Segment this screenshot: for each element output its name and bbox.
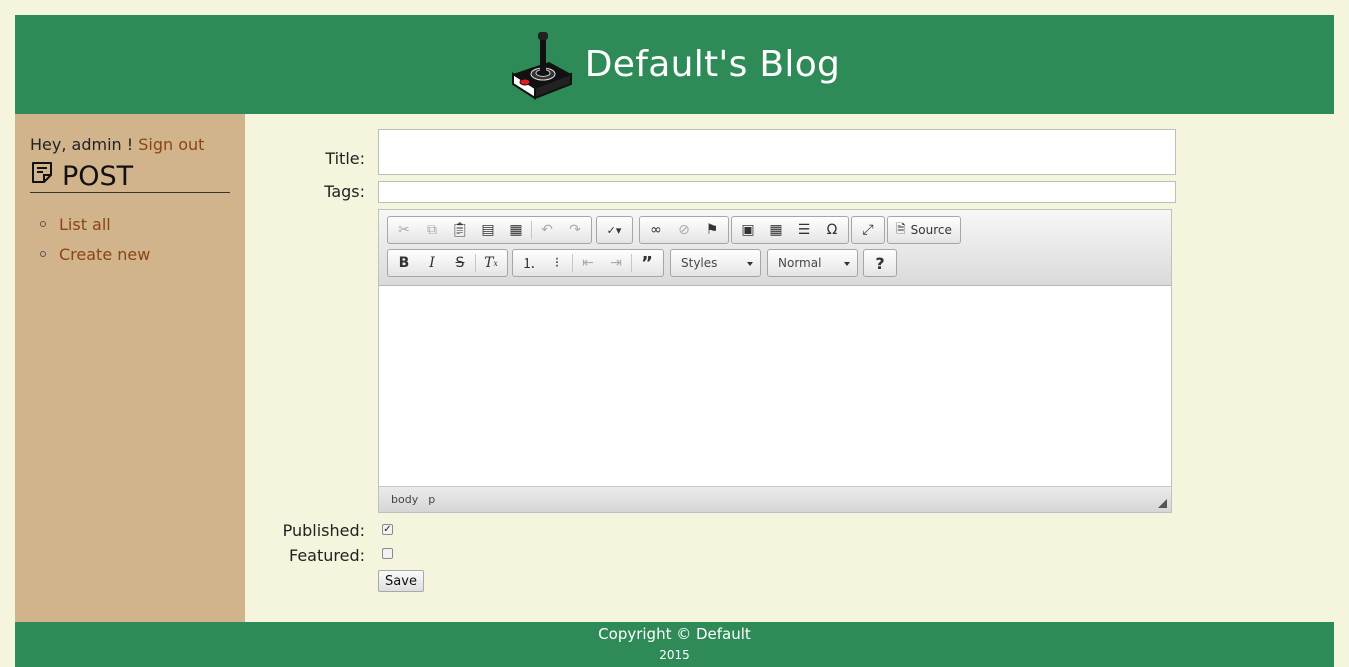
source-label: Source <box>910 223 952 237</box>
path-p[interactable]: p <box>428 493 435 506</box>
rich-text-editor: ✂ ⧉ 📋︎ ▤ ▦ ↶ ↷ ✓▾ ∞ ⊘ ⚑ ▣ ▦ ☰ Ω ⤢ 🗎︎ Sou… <box>378 209 1172 513</box>
featured-checkbox[interactable] <box>382 548 393 559</box>
chevron-down-icon <box>844 262 850 266</box>
published-checkbox[interactable]: ✓ <box>382 524 393 535</box>
featured-label: Featured: <box>288 546 365 565</box>
table-icon[interactable]: ▦ <box>762 218 790 242</box>
list-item: List all <box>40 209 230 239</box>
paste-text-icon[interactable]: ▤ <box>474 218 502 242</box>
site-footer: Copyright © Default 2015 <box>15 622 1334 667</box>
path-body[interactable]: body <box>391 493 418 506</box>
create-new-link[interactable]: Create new <box>59 245 150 264</box>
editor-toolbar: ✂ ⧉ 📋︎ ▤ ▦ ↶ ↷ ✓▾ ∞ ⊘ ⚑ ▣ ▦ ☰ Ω ⤢ 🗎︎ Sou… <box>379 210 1171 286</box>
title-label: Title: <box>325 149 365 168</box>
editor-status-bar: body p <box>379 486 1171 512</box>
copy-icon[interactable]: ⧉ <box>418 218 446 242</box>
copyright-year: 2015 <box>659 648 690 662</box>
styles-dropdown[interactable]: Styles <box>670 249 761 277</box>
clipboard-group: ✂ ⧉ 📋︎ ▤ ▦ ↶ ↷ <box>387 216 592 244</box>
numbered-list-icon[interactable]: ⒈ <box>515 251 543 275</box>
unlink-icon[interactable]: ⊘ <box>670 218 698 242</box>
horizontal-rule-icon[interactable]: ☰ <box>790 218 818 242</box>
blockquote-icon[interactable]: ” <box>633 251 661 275</box>
links-group: ∞ ⊘ ⚑ <box>639 216 729 244</box>
tags-input[interactable] <box>378 181 1176 203</box>
greeting-text: Hey, admin ! <box>30 135 134 154</box>
undo-icon[interactable]: ↶ <box>533 218 561 242</box>
sidebar: Hey, admin ! Sign out POST List all Crea… <box>15 114 245 622</box>
list-all-link[interactable]: List all <box>59 215 111 234</box>
section-title: POST <box>62 161 134 192</box>
strike-icon[interactable]: S <box>446 251 474 275</box>
tools-group: ⤢ <box>851 216 885 244</box>
bulleted-list-icon[interactable]: ⁝ <box>543 251 571 275</box>
note-icon <box>32 162 52 183</box>
chevron-down-icon <box>747 262 753 266</box>
list-item: Create new <box>40 239 230 269</box>
source-button[interactable]: 🗎︎ Source <box>887 216 961 244</box>
blog-title[interactable]: Default's Blog <box>585 44 840 85</box>
copyright-text: Copyright © Default <box>598 625 751 643</box>
insert-group: ▣ ▦ ☰ Ω <box>731 216 849 244</box>
sign-out-link[interactable]: Sign out <box>138 135 204 154</box>
format-label: Normal <box>778 256 822 270</box>
cut-icon[interactable]: ✂ <box>390 218 418 242</box>
joystick-icon[interactable] <box>509 30 573 102</box>
image-icon[interactable]: ▣ <box>734 218 762 242</box>
paragraph-group: ⒈ ⁝ ⇤ ⇥ ” <box>512 249 664 277</box>
outdent-icon[interactable]: ⇤ <box>574 251 602 275</box>
remove-format-icon[interactable]: Tx <box>477 251 505 275</box>
anchor-icon[interactable]: ⚑ <box>698 218 726 242</box>
save-button[interactable]: Save <box>378 570 424 592</box>
indent-icon[interactable]: ⇥ <box>602 251 630 275</box>
paste-icon[interactable]: 📋︎ <box>446 218 474 242</box>
toolbar-separator <box>531 221 532 239</box>
basic-styles-group: B I S Tx <box>387 249 508 277</box>
styles-label: Styles <box>681 256 718 270</box>
special-char-icon[interactable]: Ω <box>818 218 846 242</box>
about-group: ? <box>863 249 897 277</box>
link-icon[interactable]: ∞ <box>642 218 670 242</box>
toolbar-separator <box>572 254 573 272</box>
paste-word-icon[interactable]: ▦ <box>502 218 530 242</box>
site-header: Default's Blog <box>15 15 1334 114</box>
user-greeting: Hey, admin ! Sign out <box>30 135 230 155</box>
editor-content-area[interactable] <box>379 286 1171 486</box>
published-label: Published: <box>282 521 365 540</box>
resize-handle[interactable] <box>1158 499 1167 508</box>
maximize-icon[interactable]: ⤢ <box>854 218 882 242</box>
post-section-heading: POST <box>30 161 230 193</box>
redo-icon[interactable]: ↷ <box>561 218 589 242</box>
bold-icon[interactable]: B <box>390 251 418 275</box>
italic-icon[interactable]: I <box>418 251 446 275</box>
post-menu: List all Create new <box>30 209 230 269</box>
bullet-icon <box>40 251 46 257</box>
spellcheck-group: ✓▾ <box>596 216 633 244</box>
title-input[interactable] <box>378 129 1176 175</box>
spellcheck-icon[interactable]: ✓▾ <box>599 218 629 242</box>
help-icon[interactable]: ? <box>866 251 894 275</box>
format-dropdown[interactable]: Normal <box>767 249 858 277</box>
toolbar-separator <box>631 254 632 272</box>
source-icon: 🗎︎ <box>896 221 906 236</box>
toolbar-separator <box>475 254 476 272</box>
tags-label: Tags: <box>324 182 365 201</box>
bullet-icon <box>40 221 46 227</box>
